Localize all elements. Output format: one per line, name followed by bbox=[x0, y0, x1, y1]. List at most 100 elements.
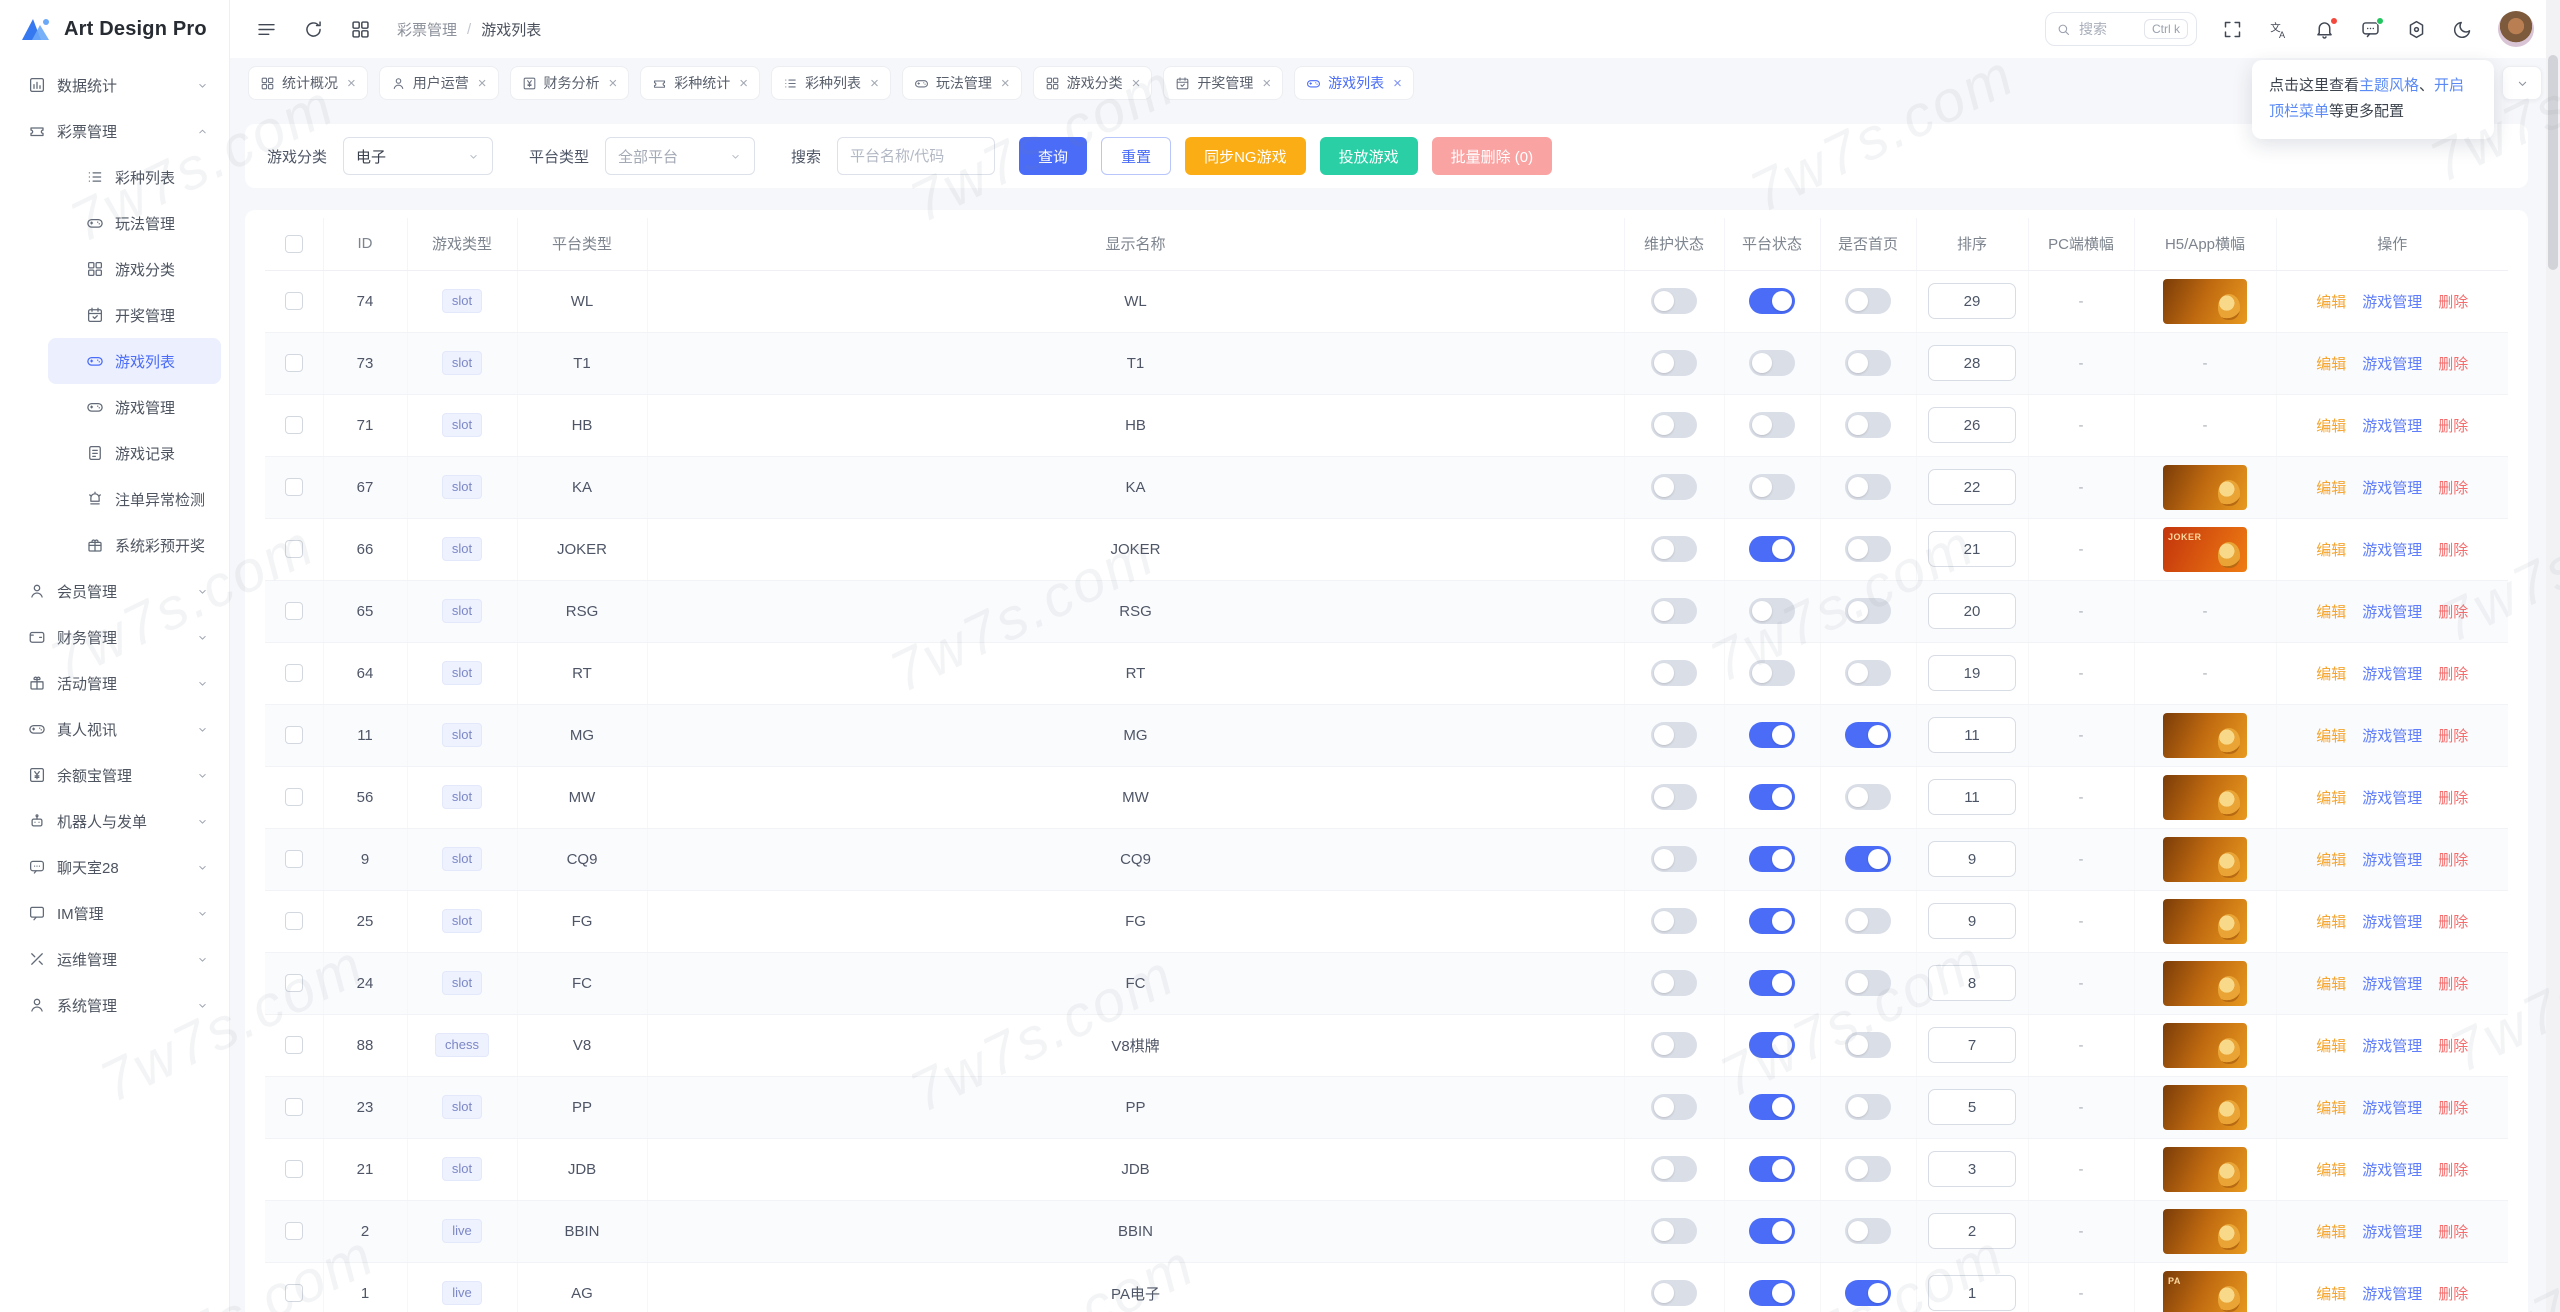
sidebar-item-运维管理[interactable]: 运维管理 bbox=[8, 936, 221, 982]
sidebar-item-玩法管理[interactable]: 玩法管理 bbox=[48, 200, 221, 246]
maintenance-toggle[interactable] bbox=[1651, 784, 1697, 810]
select-all-checkbox[interactable] bbox=[284, 234, 303, 253]
batch-delete-button[interactable]: 批量删除 (0) bbox=[1431, 137, 1553, 175]
game-manage-link[interactable]: 游戏管理 bbox=[2362, 480, 2422, 497]
game-manage-link[interactable]: 游戏管理 bbox=[2362, 976, 2422, 993]
delete-link[interactable]: 删除 bbox=[2438, 1224, 2468, 1241]
delete-link[interactable]: 删除 bbox=[2438, 914, 2468, 931]
game-manage-link[interactable]: 游戏管理 bbox=[2362, 356, 2422, 373]
maintenance-toggle[interactable] bbox=[1651, 1094, 1697, 1120]
moon-icon-button[interactable] bbox=[2452, 19, 2473, 40]
row-checkbox[interactable] bbox=[284, 1284, 303, 1303]
sidebar-item-彩票管理[interactable]: 彩票管理 bbox=[8, 108, 221, 154]
maintenance-toggle[interactable] bbox=[1651, 350, 1697, 376]
sidebar-item-彩种列表[interactable]: 彩种列表 bbox=[48, 154, 221, 200]
edit-link[interactable]: 编辑 bbox=[2316, 1286, 2346, 1303]
tab-用户运营[interactable]: 用户运营 × bbox=[378, 66, 499, 100]
game-manage-link[interactable]: 游戏管理 bbox=[2362, 294, 2422, 311]
edit-link[interactable]: 编辑 bbox=[2316, 356, 2346, 373]
row-checkbox[interactable] bbox=[284, 292, 303, 311]
tab-close-icon[interactable]: × bbox=[870, 76, 879, 91]
platform-status-toggle[interactable] bbox=[1749, 722, 1795, 748]
sort-input[interactable] bbox=[1928, 717, 2016, 753]
app-logo[interactable]: Art Design Pro bbox=[0, 0, 229, 58]
sort-input[interactable] bbox=[1928, 1213, 2016, 1249]
tab-游戏分类[interactable]: 游戏分类 × bbox=[1032, 66, 1153, 100]
delete-link[interactable]: 删除 bbox=[2438, 480, 2468, 497]
sort-input[interactable] bbox=[1928, 965, 2016, 1001]
row-checkbox[interactable] bbox=[284, 1222, 303, 1241]
sidebar-item-聊天室28[interactable]: 聊天室28 bbox=[8, 844, 221, 890]
maintenance-toggle[interactable] bbox=[1651, 970, 1697, 996]
delete-link[interactable]: 删除 bbox=[2438, 542, 2468, 559]
tab-close-icon[interactable]: × bbox=[1001, 76, 1010, 91]
row-checkbox[interactable] bbox=[284, 1160, 303, 1179]
sync-ng-games-button[interactable]: 同步NG游戏 bbox=[1185, 137, 1306, 175]
edit-link[interactable]: 编辑 bbox=[2316, 480, 2346, 497]
tab-开奖管理[interactable]: 开奖管理 × bbox=[1163, 66, 1284, 100]
sidebar-item-游戏分类[interactable]: 游戏分类 bbox=[48, 246, 221, 292]
platform-status-toggle[interactable] bbox=[1749, 846, 1795, 872]
avatar[interactable] bbox=[2498, 11, 2534, 47]
page-scrollbar[interactable] bbox=[2546, 0, 2560, 1312]
edit-link[interactable]: 编辑 bbox=[2316, 1224, 2346, 1241]
delete-link[interactable]: 删除 bbox=[2438, 1038, 2468, 1055]
sort-input[interactable] bbox=[1928, 779, 2016, 815]
maintenance-toggle[interactable] bbox=[1651, 660, 1697, 686]
game-manage-link[interactable]: 游戏管理 bbox=[2362, 728, 2422, 745]
edit-link[interactable]: 编辑 bbox=[2316, 666, 2346, 683]
sort-input[interactable] bbox=[1928, 531, 2016, 567]
game-manage-link[interactable]: 游戏管理 bbox=[2362, 1162, 2422, 1179]
homepage-toggle[interactable] bbox=[1845, 598, 1891, 624]
maintenance-toggle[interactable] bbox=[1651, 908, 1697, 934]
homepage-toggle[interactable] bbox=[1845, 1280, 1891, 1306]
sidebar-item-活动管理[interactable]: 活动管理 bbox=[8, 660, 221, 706]
sort-input[interactable] bbox=[1928, 1151, 2016, 1187]
homepage-toggle[interactable] bbox=[1845, 1156, 1891, 1182]
edit-link[interactable]: 编辑 bbox=[2316, 976, 2346, 993]
platform-search-input[interactable] bbox=[837, 137, 996, 175]
sidebar-item-系统管理[interactable]: 系统管理 bbox=[8, 982, 221, 1028]
settings-icon-button[interactable] bbox=[2406, 19, 2427, 40]
row-checkbox[interactable] bbox=[284, 416, 303, 435]
game-manage-link[interactable]: 游戏管理 bbox=[2362, 542, 2422, 559]
sidebar-item-会员管理[interactable]: 会员管理 bbox=[8, 568, 221, 614]
tab-close-icon[interactable]: × bbox=[739, 76, 748, 91]
row-checkbox[interactable] bbox=[284, 602, 303, 621]
maintenance-toggle[interactable] bbox=[1651, 1280, 1697, 1306]
delete-link[interactable]: 删除 bbox=[2438, 1286, 2468, 1303]
row-checkbox[interactable] bbox=[284, 478, 303, 497]
chat-icon-button[interactable] bbox=[2360, 16, 2384, 40]
tab-彩种统计[interactable]: 彩种统计 × bbox=[640, 66, 761, 100]
sidebar-item-系统彩预开奖[interactable]: 系统彩预开奖 bbox=[48, 522, 221, 568]
delete-link[interactable]: 删除 bbox=[2438, 418, 2468, 435]
edit-link[interactable]: 编辑 bbox=[2316, 1162, 2346, 1179]
tab-close-icon[interactable]: × bbox=[1132, 76, 1141, 91]
homepage-toggle[interactable] bbox=[1845, 536, 1891, 562]
delete-link[interactable]: 删除 bbox=[2438, 852, 2468, 869]
game-manage-link[interactable]: 游戏管理 bbox=[2362, 914, 2422, 931]
homepage-toggle[interactable] bbox=[1845, 288, 1891, 314]
publish-games-button[interactable]: 投放游戏 bbox=[1319, 137, 1418, 175]
sort-input[interactable] bbox=[1928, 469, 2016, 505]
scrollbar-thumb[interactable] bbox=[2548, 55, 2558, 270]
platform-status-toggle[interactable] bbox=[1749, 784, 1795, 810]
maintenance-toggle[interactable] bbox=[1651, 474, 1697, 500]
tab-彩种列表[interactable]: 彩种列表 × bbox=[771, 66, 891, 100]
game-manage-link[interactable]: 游戏管理 bbox=[2362, 418, 2422, 435]
tab-close-icon[interactable]: × bbox=[478, 76, 487, 91]
sort-input[interactable] bbox=[1928, 841, 2016, 877]
platform-status-toggle[interactable] bbox=[1749, 1032, 1795, 1058]
quick-menu-button[interactable] bbox=[350, 19, 371, 40]
maintenance-toggle[interactable] bbox=[1651, 598, 1697, 624]
platform-status-toggle[interactable] bbox=[1749, 1280, 1795, 1306]
edit-link[interactable]: 编辑 bbox=[2316, 914, 2346, 931]
edit-link[interactable]: 编辑 bbox=[2316, 542, 2346, 559]
platform-status-toggle[interactable] bbox=[1749, 412, 1795, 438]
maintenance-toggle[interactable] bbox=[1651, 1156, 1697, 1182]
game-manage-link[interactable]: 游戏管理 bbox=[2362, 1100, 2422, 1117]
homepage-toggle[interactable] bbox=[1845, 660, 1891, 686]
tabs-collapse-button[interactable] bbox=[2502, 66, 2542, 100]
sidebar-item-数据统计[interactable]: 数据统计 bbox=[8, 62, 221, 108]
maintenance-toggle[interactable] bbox=[1651, 722, 1697, 748]
